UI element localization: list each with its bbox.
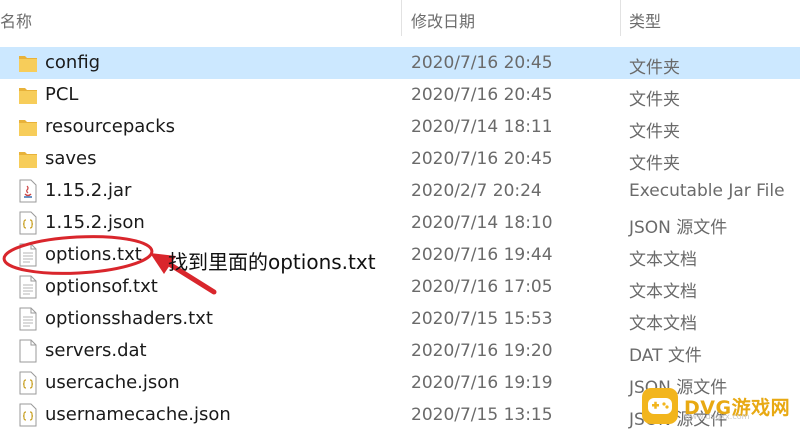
file-type: 文本文档 — [629, 250, 697, 270]
file-modified-date: 2020/7/16 20:45 — [411, 85, 553, 105]
column-header-date[interactable]: 修改日期 — [411, 8, 475, 32]
file-row[interactable]: saves 2020/7/16 20:45 文件夹 — [0, 143, 800, 175]
file-name: 1.15.2.jar — [45, 180, 132, 201]
java-jar-icon — [18, 179, 38, 203]
column-header-type[interactable]: 类型 — [629, 8, 661, 32]
file-row[interactable]: 1.15.2.jar 2020/2/7 20:24 Executable Jar F… — [0, 175, 800, 207]
file-modified-date: 2020/7/15 15:53 — [411, 309, 553, 329]
file-row[interactable]: PCL 2020/7/16 20:45 文件夹 — [0, 79, 800, 111]
text-file-icon — [18, 243, 38, 267]
file-modified-date: 2020/7/14 18:10 — [411, 213, 553, 233]
annotation-text: 找到里面的options.txt — [168, 250, 376, 274]
watermark: DVG游戏网 www.dvgxx.com — [642, 386, 792, 426]
column-header-name[interactable]: 名称 — [0, 8, 32, 32]
file-modified-date: 2020/7/15 13:15 — [411, 405, 553, 425]
json-file-icon — [18, 371, 38, 395]
column-divider[interactable] — [620, 0, 621, 36]
file-modified-date: 2020/7/16 20:45 — [411, 149, 553, 169]
folder-icon — [18, 51, 38, 75]
column-header: 名称 修改日期 类型 — [0, 0, 800, 36]
file-name: 1.15.2.json — [45, 212, 145, 233]
file-modified-date: 2020/7/16 19:44 — [411, 245, 553, 265]
file-type: 文件夹 — [629, 90, 680, 110]
file-type: 文本文档 — [629, 282, 697, 302]
file-name: resourcepacks — [45, 116, 176, 137]
file-type: DAT 文件 — [629, 346, 702, 366]
dat-file-icon — [18, 339, 38, 363]
file-name: optionsshaders.txt — [45, 308, 213, 329]
file-name: usernamecache.json — [45, 404, 231, 425]
file-row[interactable]: options.txt 2020/7/16 19:44 文本文档 — [0, 239, 800, 271]
file-name: saves — [45, 148, 97, 169]
file-name: config — [45, 52, 101, 73]
file-row[interactable]: 1.15.2.json 2020/7/14 18:10 JSON 源文件 — [0, 207, 800, 239]
watermark-url: www.dvgxx.com — [684, 412, 750, 421]
file-type: 文件夹 — [629, 122, 680, 142]
file-row[interactable]: optionsof.txt 2020/7/16 17:05 文本文档 — [0, 271, 800, 303]
file-row[interactable]: config 2020/7/16 20:45 文件夹 — [0, 47, 800, 79]
file-modified-date: 2020/7/16 17:05 — [411, 277, 553, 297]
gamepad-logo-icon — [642, 388, 678, 424]
file-name: servers.dat — [45, 340, 147, 361]
file-name: usercache.json — [45, 372, 180, 393]
file-name: optionsof.txt — [45, 276, 158, 297]
text-file-icon — [18, 307, 38, 331]
file-modified-date: 2020/7/14 18:11 — [411, 117, 553, 137]
file-row[interactable]: resourcepacks 2020/7/14 18:11 文件夹 — [0, 111, 800, 143]
file-type: 文件夹 — [629, 154, 680, 174]
json-file-icon — [18, 211, 38, 235]
file-modified-date: 2020/7/16 19:20 — [411, 341, 553, 361]
file-modified-date: 2020/7/16 20:45 — [411, 53, 553, 73]
file-modified-date: 2020/7/16 19:19 — [411, 373, 553, 393]
file-name: options.txt — [45, 244, 142, 265]
folder-icon — [18, 115, 38, 139]
file-modified-date: 2020/2/7 20:24 — [411, 181, 542, 201]
folder-icon — [18, 147, 38, 171]
file-row[interactable]: servers.dat 2020/7/16 19:20 DAT 文件 — [0, 335, 800, 367]
column-divider[interactable] — [401, 0, 402, 36]
file-name: PCL — [45, 84, 79, 105]
file-type: JSON 源文件 — [629, 218, 728, 238]
file-list: config 2020/7/16 20:45 文件夹 PCL 2020/7/16 20:… — [0, 47, 800, 431]
folder-icon — [18, 83, 38, 107]
file-type: 文件夹 — [629, 58, 680, 78]
json-file-icon — [18, 403, 38, 427]
file-row[interactable]: optionsshaders.txt 2020/7/15 15:53 文本文档 — [0, 303, 800, 335]
file-type: Executable Jar File — [629, 181, 785, 201]
text-file-icon — [18, 275, 38, 299]
file-type: 文本文档 — [629, 314, 697, 334]
